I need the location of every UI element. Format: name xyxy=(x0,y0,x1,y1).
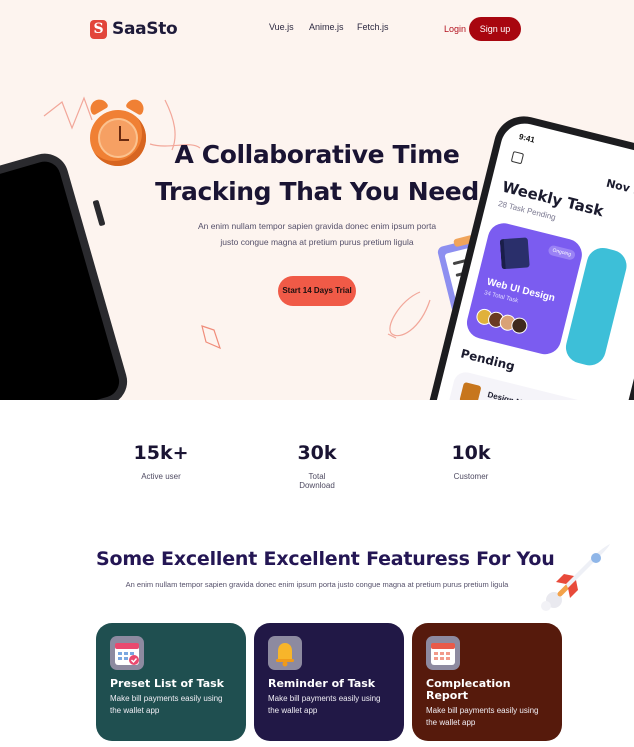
logo-mark-icon: S xyxy=(90,19,107,39)
phone-card-title: Web UI Design xyxy=(485,276,557,305)
feature-card-description: Make bill payments easily using the wall… xyxy=(268,694,381,715)
phone-pending-heading: Pending xyxy=(459,346,517,374)
phone-date: Nov 18, xyxy=(604,176,634,201)
feature-card-title: Preset List of Task xyxy=(110,677,225,690)
rocket-icon xyxy=(541,544,610,611)
features-subtitle: An enim nullam tempor sapien gravida don… xyxy=(125,580,509,589)
feature-card-complecation-report[interactable]: Complecation Report Make bill payments e… xyxy=(412,623,562,741)
feature-card-preset-list[interactable]: Preset List of Task Make bill payments e… xyxy=(96,623,246,741)
nav-link-fetch[interactable]: Fetch.js xyxy=(357,22,389,32)
hero-subtitle: An enim nullam tempor sapien gravida don… xyxy=(197,221,437,247)
alarm-clock-icon xyxy=(90,110,146,166)
feature-card-description: Make bill payments easily using the wall… xyxy=(110,694,223,715)
stat-value-downloads: 30k xyxy=(297,442,337,464)
book-icon xyxy=(499,237,530,270)
feature-card-title: Complecation Report xyxy=(426,677,511,702)
nav-link-vue[interactable]: Vue.js xyxy=(269,22,294,32)
brand-logo[interactable]: S SaaSto xyxy=(90,19,178,39)
brand-name: SaaSto xyxy=(112,19,178,39)
nav-link-anime[interactable]: Anime.js xyxy=(309,22,344,32)
clock-hour-hand xyxy=(119,139,129,141)
feature-card-description: Make bill payments easily using the wall… xyxy=(426,706,539,727)
feature-card-title: Reminder of Task xyxy=(268,677,376,690)
grid-menu-icon xyxy=(510,150,525,165)
hero-section: S SaaSto Vue.js Anime.js Fetch.js Login … xyxy=(0,0,634,400)
feature-card-reminder[interactable]: Reminder of Task Make bill payments easi… xyxy=(254,623,404,741)
hero-title: A Collaborative Time Tracking That You N… xyxy=(155,140,479,206)
calendar-check-icon xyxy=(110,636,144,670)
stat-value-active-users: 15k+ xyxy=(133,442,189,464)
task-icon xyxy=(459,381,482,400)
phone-status-time: 9:41 xyxy=(518,132,536,145)
clock-minute-hand xyxy=(119,126,121,140)
features-title: Some Excellent Excellent Featuress For Y… xyxy=(96,548,555,570)
login-link[interactable]: Login xyxy=(444,24,466,34)
phone-task-item: Design M... xyxy=(444,369,613,400)
stat-label-active-users: Active user xyxy=(141,472,181,481)
stat-label-downloads: Total Download xyxy=(299,472,335,490)
start-trial-button[interactable]: Start 14 Days Trial xyxy=(278,276,356,306)
stat-value-customers: 10k xyxy=(451,442,491,464)
stat-label-customers: Customer xyxy=(453,472,489,481)
phone-task-title: Design M... xyxy=(486,390,530,400)
status-badge: Ongoing xyxy=(547,244,576,261)
calendar-icon xyxy=(426,636,460,670)
bell-icon xyxy=(268,636,302,670)
clock-face xyxy=(98,118,138,158)
signup-button[interactable]: Sign up xyxy=(469,17,521,41)
